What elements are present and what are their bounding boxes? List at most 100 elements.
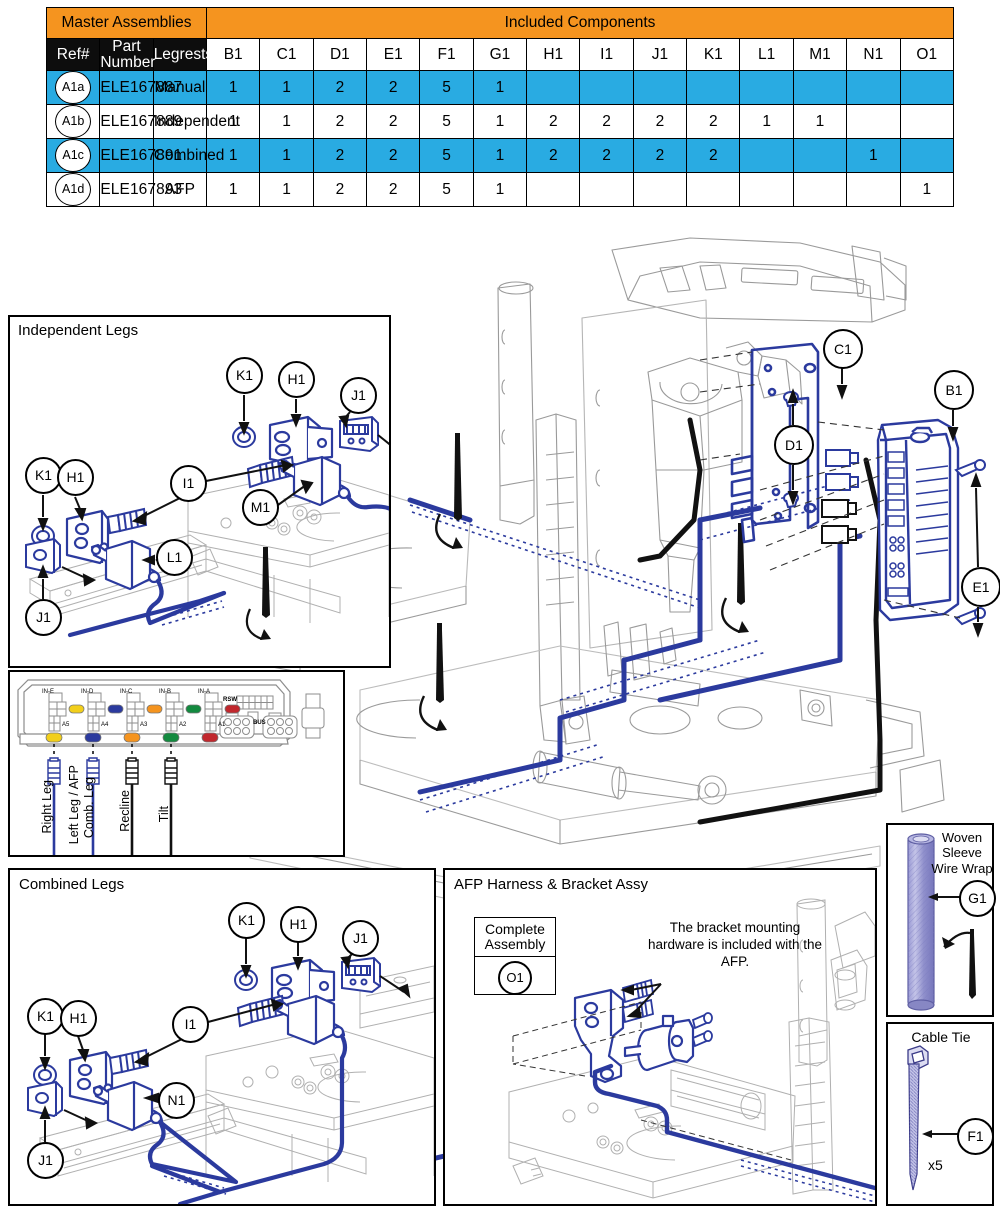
afp-actuator <box>623 1014 695 1072</box>
callout-i1: I1 <box>172 1006 209 1043</box>
ref-cell: A1c <box>45 138 101 173</box>
callout-h1-lower: H1 <box>60 1000 97 1037</box>
callout-m1: M1 <box>242 489 279 526</box>
callout-g1: G1 <box>959 880 996 917</box>
ref-cell: A1d <box>45 172 101 207</box>
column-header-o1: O1 <box>899 38 954 71</box>
qty-cell-i1 <box>579 70 634 105</box>
part-number-cell: ELE167887 <box>99 70 182 105</box>
panel-woven-sleeve: Woven Sleeve Wire Wrap G1 <box>886 823 996 1017</box>
ref-badge: A1c <box>55 139 92 172</box>
legrests-cell: Independent <box>152 104 240 139</box>
qty-cell-j1 <box>632 70 688 105</box>
afp-actuator-bolts <box>691 1012 713 1048</box>
port-label-in-a: IN-A <box>198 689 210 695</box>
controller-board-drawing <box>17 679 325 855</box>
qty-cell-e1: 2 <box>366 70 421 105</box>
qty-cell-o1 <box>899 104 954 139</box>
alignment-lines <box>699 351 961 619</box>
qty-cell-n1: 1 <box>846 138 901 173</box>
qty-cell-e1: 2 <box>366 138 421 173</box>
cable-tie-marker-panel <box>245 547 271 641</box>
cable-tie-markers <box>419 433 749 732</box>
column-header-e1: E1 <box>366 38 421 71</box>
port-label-in-d: IN-D <box>81 689 94 695</box>
table-group-header-row: Master Assemblies Included Components <box>45 7 954 39</box>
qty-cell-o1: 1 <box>899 172 954 207</box>
callout-h1-upper: H1 <box>280 906 317 943</box>
qty-cell-g1: 1 <box>472 172 528 207</box>
port-label-rsw: RSW <box>223 697 237 703</box>
qty-cell-h1: 2 <box>526 138 581 173</box>
qty-cell-c1: 1 <box>259 104 314 139</box>
table-row: A1a ELE167887 Manual 1 1 2 2 5 1 <box>45 70 954 105</box>
port-label-a2: A2 <box>179 722 187 728</box>
cable-tie-title: Cable Tie <box>911 1029 971 1045</box>
qty-cell-n1 <box>846 70 901 105</box>
column-header-j1: J1 <box>632 38 688 71</box>
callout-e1-main: E1 <box>961 567 1000 607</box>
qty-cell-i1: 2 <box>579 138 634 173</box>
qty-cell-j1: 2 <box>632 138 688 173</box>
qty-cell-n1 <box>846 104 901 139</box>
qty-cell-j1 <box>632 172 688 207</box>
cable-label-recline: Recline <box>118 790 132 832</box>
cable-label-comb-leg: Comb. Leg <box>82 777 96 839</box>
qty-cell-f1: 5 <box>419 104 474 139</box>
sleeve-title-line3: Wire Wrap <box>931 860 993 876</box>
callout-k1-upper: K1 <box>226 357 263 394</box>
callout-h1-lower: H1 <box>57 459 94 496</box>
qty-cell-g1: 1 <box>472 138 528 173</box>
callout-j1-lower: J1 <box>25 599 62 636</box>
qty-cell-h1 <box>526 172 581 207</box>
cable-label-right-leg: Right Leg <box>40 780 54 834</box>
callout-i1: I1 <box>170 465 207 502</box>
callout-j1-lower: J1 <box>27 1142 64 1179</box>
part-number-cell: ELE167893 <box>99 172 182 207</box>
column-header-k1: K1 <box>686 38 741 71</box>
qty-cell-l1 <box>739 138 794 173</box>
callout-c1-main: C1 <box>823 329 863 369</box>
qty-cell-k1: 2 <box>686 138 741 173</box>
group-header-master-assemblies: Master Assemblies <box>45 7 208 39</box>
column-header-i1: I1 <box>579 38 634 71</box>
cable-tie-drawing <box>907 1045 958 1191</box>
ref-cell: A1a <box>45 70 101 105</box>
qty-cell-c1: 1 <box>259 172 314 207</box>
qty-cell-d1: 2 <box>312 138 368 173</box>
panel-controller-connections: IN-E IN-D IN-C IN-B IN-A A5 A4 A3 A2 A1 … <box>8 670 345 857</box>
callout-b1-main: B1 <box>934 370 974 410</box>
legrests-cell: Manual <box>152 70 208 105</box>
qty-cell-d1: 2 <box>312 104 368 139</box>
module-b1-ports <box>887 451 909 597</box>
harness-connectors-black <box>821 499 857 544</box>
qty-cell-l1 <box>739 70 794 105</box>
part-motor-block-upper <box>272 994 346 1046</box>
sleeve-title-line1: Woven <box>941 830 983 845</box>
column-header-m1: M1 <box>792 38 848 71</box>
callout-k1-upper: K1 <box>228 902 265 939</box>
cable-label-left-leg-afp: Left Leg / AFP <box>67 765 81 845</box>
panel-cable-tie: Cable Tie F1 x5 <box>886 1022 994 1206</box>
column-header-g1: G1 <box>472 38 528 71</box>
column-header-n1: N1 <box>846 38 901 71</box>
qty-cell-i1 <box>579 172 634 207</box>
panel-afp-harness: AFP Harness & Bracket Assy Complete Asse… <box>443 868 877 1206</box>
complete-assembly-box: Complete Assembly O1 <box>474 917 556 995</box>
ref-badge: A1a <box>55 71 92 104</box>
panel-title-combined-legs: Combined Legs <box>19 876 125 893</box>
module-b1 <box>876 418 960 622</box>
qty-cell-i1: 2 <box>579 104 634 139</box>
ref-cell: A1b <box>45 104 101 139</box>
qty-cell-b1: 1 <box>206 172 261 207</box>
harness-routing-black <box>637 417 883 825</box>
qty-cell-c1: 1 <box>259 70 314 105</box>
part-number-cell: ELE167891 <box>99 138 182 173</box>
combined-legs-drawing <box>27 938 434 1204</box>
column-header-f1: F1 <box>419 38 474 71</box>
qty-cell-k1 <box>686 70 741 105</box>
panel-combined-legs: Combined Legs K1 H1 J1 I1 N1 K1 H1 J1 <box>8 868 436 1206</box>
callout-j1-upper: J1 <box>340 377 377 414</box>
table-row: A1b ELE167889 Independent 1 1 2 2 5 1 2 2 2 2 1 1 <box>45 104 954 139</box>
part-n1 <box>92 1080 164 1132</box>
